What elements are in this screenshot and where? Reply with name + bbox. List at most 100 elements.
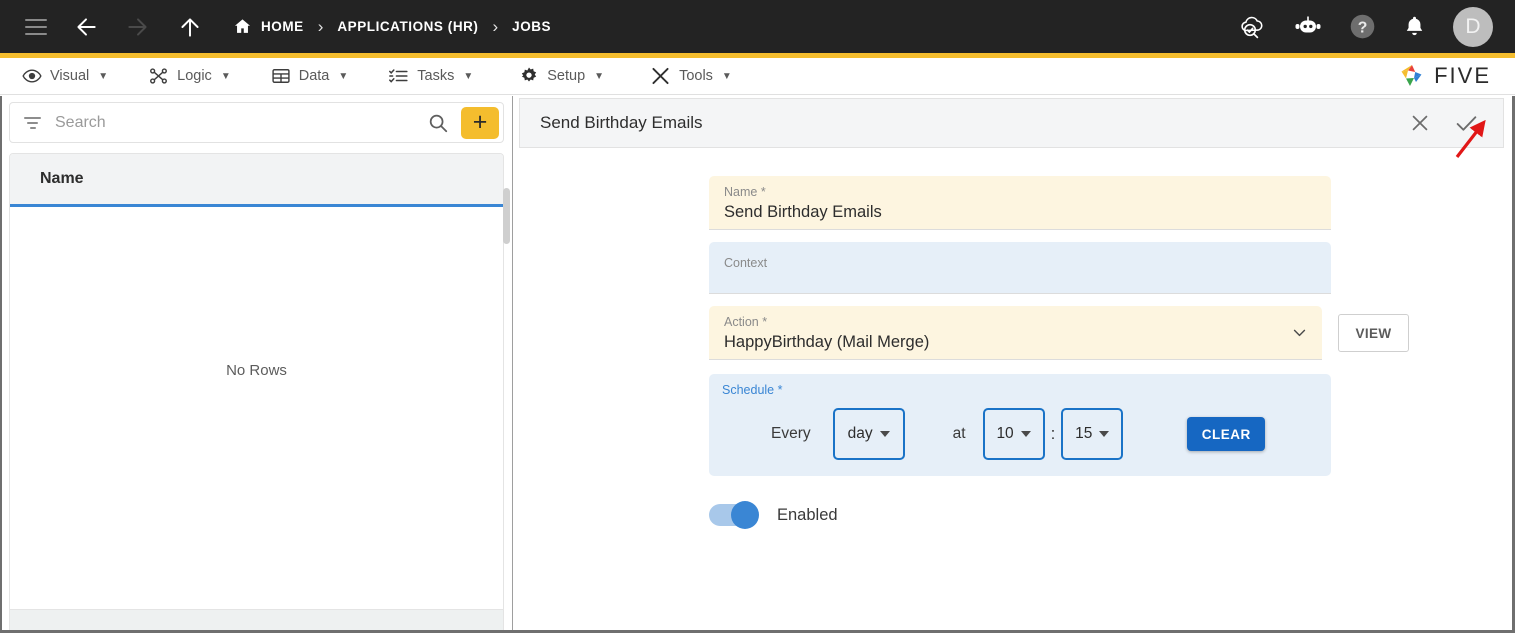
breadcrumb-jobs[interactable]: JOBS xyxy=(512,19,551,34)
arrow-left-icon[interactable] xyxy=(73,14,99,40)
menu-visual[interactable]: Visual ▼ xyxy=(22,66,108,86)
jobs-list-panel: + Name No Rows xyxy=(0,96,513,633)
chevron-down-icon: ▼ xyxy=(338,70,349,82)
clear-schedule-button[interactable]: CLEAR xyxy=(1187,417,1266,451)
breadcrumb-applications[interactable]: APPLICATIONS (HR) xyxy=(337,19,478,34)
window-left-edge xyxy=(0,96,2,633)
notifications-bell-icon[interactable] xyxy=(1402,14,1427,39)
schedule-minute-value: 15 xyxy=(1075,425,1093,442)
chevron-down-icon: ▼ xyxy=(220,70,231,82)
chatbot-icon[interactable] xyxy=(1293,15,1323,39)
schedule-minute-select[interactable]: 15 xyxy=(1061,408,1124,460)
schedule-interval-select[interactable]: day xyxy=(832,408,905,460)
filter-icon[interactable] xyxy=(24,116,41,129)
cloud-check-icon[interactable] xyxy=(1237,14,1267,40)
menu-data[interactable]: Data ▼ xyxy=(271,66,349,86)
chevron-down-icon: ▼ xyxy=(594,70,605,82)
search-bar: + xyxy=(9,102,504,143)
five-pinwheel-logo-icon xyxy=(1397,62,1427,90)
context-field-label: Context xyxy=(724,256,768,270)
table-grid-icon xyxy=(271,66,291,86)
caret-down-icon xyxy=(879,431,890,437)
user-avatar[interactable]: D xyxy=(1453,6,1493,47)
menu-logic[interactable]: Logic ▼ xyxy=(148,66,231,86)
name-field-value: Send Birthday Emails xyxy=(724,203,882,221)
menu-data-label: Data xyxy=(298,68,330,84)
detail-body: Name * Send Birthday Emails Context Acti… xyxy=(519,148,1504,629)
home-icon xyxy=(233,17,252,36)
jobs-grid: Name No Rows xyxy=(9,153,504,633)
name-field[interactable]: Name * Send Birthday Emails xyxy=(709,176,1331,230)
breadcrumb-separator: › xyxy=(317,16,324,36)
search-icon[interactable] xyxy=(427,112,449,134)
page-title: Send Birthday Emails xyxy=(540,113,703,132)
topbar-actions: ? D xyxy=(1237,6,1493,47)
schedule-hour-value: 10 xyxy=(996,425,1014,442)
menu-setup-label: Setup xyxy=(547,68,586,84)
plus-icon: + xyxy=(472,108,488,136)
tools-icon xyxy=(650,66,671,86)
schedule-at-text: at xyxy=(952,425,966,442)
sidebar-scrollbar[interactable] xyxy=(503,188,510,244)
action-field-label: Action * xyxy=(724,315,768,329)
caret-down-icon xyxy=(1020,431,1031,437)
menu-tools-label: Tools xyxy=(679,68,713,84)
menu-tasks[interactable]: Tasks ▼ xyxy=(388,66,473,86)
top-navigation-bar: HOME › APPLICATIONS (HR) › JOBS ? D xyxy=(0,0,1515,53)
arrow-right-icon xyxy=(125,14,151,40)
checklist-icon xyxy=(388,66,409,86)
enabled-toggle-label: Enabled xyxy=(777,505,838,524)
caret-down-icon xyxy=(1099,431,1110,437)
close-icon[interactable] xyxy=(1409,112,1431,134)
main-menu-bar: Visual ▼ Logic ▼ Data ▼ Tasks ▼ Setup ▼ … xyxy=(0,58,1515,95)
schedule-hour-select[interactable]: 10 xyxy=(982,408,1045,460)
schedule-controls: Every day at 10 : 15 CLEAR xyxy=(709,404,1331,464)
gear-icon xyxy=(519,66,539,86)
brand-name: FIVE xyxy=(1434,63,1491,88)
toggle-knob xyxy=(731,501,759,529)
chevron-down-icon[interactable] xyxy=(1291,324,1306,339)
grid-body: No Rows xyxy=(10,207,503,609)
help-icon[interactable]: ? xyxy=(1349,13,1376,40)
action-field-value: HappyBirthday (Mail Merge) xyxy=(724,333,930,351)
schedule-colon: : xyxy=(1050,424,1056,443)
hamburger-menu-icon[interactable] xyxy=(25,18,47,35)
search-input[interactable] xyxy=(55,113,427,132)
menu-setup[interactable]: Setup ▼ xyxy=(519,66,604,86)
eye-icon xyxy=(22,66,42,86)
detail-header-actions xyxy=(1409,111,1479,136)
action-field-row: Action * HappyBirthday (Mail Merge) VIEW xyxy=(709,306,1409,360)
context-field[interactable]: Context xyxy=(709,242,1331,294)
schedule-label: Schedule * xyxy=(722,383,783,397)
schedule-interval-value: day xyxy=(847,425,873,442)
arrow-up-icon[interactable] xyxy=(177,14,203,40)
menu-tools[interactable]: Tools ▼ xyxy=(650,66,732,86)
logic-nodes-icon xyxy=(148,66,169,86)
empty-state-message: No Rows xyxy=(226,362,287,379)
breadcrumb-home[interactable]: HOME xyxy=(233,17,304,36)
view-button[interactable]: VIEW xyxy=(1338,314,1409,352)
chevron-down-icon: ▼ xyxy=(98,70,109,82)
svg-text:?: ? xyxy=(1358,19,1368,36)
grid-column-name[interactable]: Name xyxy=(40,170,84,188)
schedule-every-text: Every xyxy=(771,425,811,442)
breadcrumb-separator: › xyxy=(492,16,499,36)
menu-tasks-label: Tasks xyxy=(417,68,455,84)
application-window: HOME › APPLICATIONS (HR) › JOBS ? D Visu… xyxy=(0,0,1515,633)
enabled-toggle[interactable] xyxy=(709,501,759,529)
schedule-section: Schedule * Every day at 10 : 15 CLEAR xyxy=(709,374,1331,476)
menu-logic-label: Logic xyxy=(177,68,212,84)
detail-header: Send Birthday Emails xyxy=(519,98,1504,148)
chevron-down-icon: ▼ xyxy=(721,70,732,82)
enabled-row: Enabled xyxy=(709,501,1409,529)
grid-header-row: Name xyxy=(10,154,503,207)
menu-visual-label: Visual xyxy=(50,68,90,84)
name-field-label: Name * xyxy=(724,185,766,199)
five-brand-logo: FIVE xyxy=(1397,62,1491,90)
add-job-button[interactable]: + xyxy=(461,106,499,139)
job-form: Name * Send Birthday Emails Context Acti… xyxy=(709,176,1409,529)
save-checkmark-button[interactable] xyxy=(1454,111,1479,136)
action-field[interactable]: Action * HappyBirthday (Mail Merge) xyxy=(709,306,1323,360)
breadcrumb-home-label: HOME xyxy=(261,19,304,34)
job-detail-panel: Send Birthday Emails Name * Send Birthda… xyxy=(514,96,1509,633)
